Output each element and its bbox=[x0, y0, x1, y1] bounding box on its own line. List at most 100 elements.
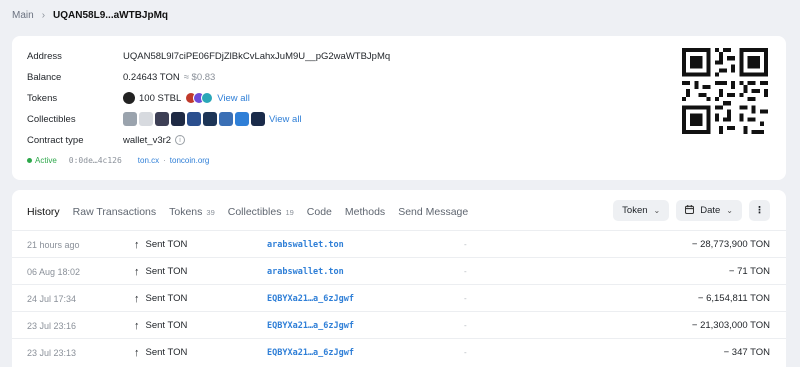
qr-code[interactable] bbox=[682, 48, 768, 134]
collectibles-view-all-link[interactable]: View all bbox=[269, 114, 302, 125]
tx-time: 23 Jul 23:13 bbox=[27, 347, 77, 358]
arrow-up-icon: ↑ bbox=[134, 319, 140, 332]
more-vertical-icon: ⋮ bbox=[754, 205, 765, 216]
tx-time: 24 Jul 17:34 bbox=[27, 293, 77, 304]
collectible-thumb[interactable] bbox=[219, 112, 233, 126]
collectible-thumb[interactable] bbox=[235, 112, 249, 126]
collectible-thumb[interactable] bbox=[155, 112, 169, 126]
status-line: Active 0:0de…4c126 ton.cx · toncoin.org bbox=[27, 156, 209, 165]
table-row[interactable]: 06 Aug 18:02 ↑ Sent TON arabswallet.ton -… bbox=[12, 257, 786, 284]
tx-address[interactable]: arabswallet.ton bbox=[267, 231, 344, 258]
address-label: Address bbox=[27, 50, 62, 62]
tab-tokens[interactable]: Tokens 39 bbox=[169, 206, 215, 218]
collectible-thumb[interactable] bbox=[187, 112, 201, 126]
arrow-up-icon: ↑ bbox=[134, 292, 140, 305]
chevron-down-icon: ⌄ bbox=[653, 206, 661, 215]
arrow-up-icon: ↑ bbox=[134, 346, 140, 359]
transactions-table: 21 hours ago ↑ Sent TON arabswallet.ton -… bbox=[12, 230, 786, 365]
tab-count: 19 bbox=[285, 207, 294, 217]
calendar-icon bbox=[685, 204, 695, 217]
tab-label: Tokens bbox=[169, 206, 203, 218]
tab-label: History bbox=[27, 206, 60, 218]
token-filter-button[interactable]: Token ⌄ bbox=[613, 200, 670, 221]
breadcrumb-current: UQAN58L9...aWTBJpMq bbox=[53, 9, 169, 21]
tx-amount: − 28,773,900 TON bbox=[691, 239, 770, 250]
collectible-thumb[interactable] bbox=[251, 112, 265, 126]
token-filter-label: Token bbox=[622, 205, 648, 216]
separator-dot: · bbox=[163, 156, 166, 165]
chevron-right-icon: › bbox=[41, 9, 46, 21]
address-row: Address UQAN58L9l7ciPE06FDjZlBkCvLahxJuM… bbox=[27, 49, 390, 63]
contract-row: Contract type wallet_v3r2 i bbox=[27, 133, 186, 147]
token-icons-stack[interactable] bbox=[185, 92, 214, 104]
tx-message: - bbox=[464, 267, 467, 276]
collectibles-label: Collectibles bbox=[27, 113, 76, 125]
tx-time: 06 Aug 18:02 bbox=[27, 266, 81, 277]
tx-amount: − 21,303,000 TON bbox=[691, 320, 770, 331]
date-filter-button[interactable]: Date ⌄ bbox=[676, 200, 742, 221]
balance-row: Balance 0.24643 TON ≈ $0.83 bbox=[27, 70, 215, 84]
contract-type-value: wallet_v3r2 bbox=[123, 134, 172, 146]
table-row[interactable]: 23 Jul 23:13 ↑ Sent TON EQBYXa21…a_6zJgwf… bbox=[12, 338, 786, 365]
tx-action: ↑ Sent TON bbox=[134, 285, 187, 312]
collectible-thumb[interactable] bbox=[139, 112, 153, 126]
date-filter-label: Date bbox=[700, 205, 721, 216]
filter-bar: Token ⌄ Date ⌄ ⋮ bbox=[613, 200, 770, 221]
tx-action-label: Sent TON bbox=[145, 320, 188, 331]
table-row[interactable]: 23 Jul 23:16 ↑ Sent TON EQBYXa21…a_6zJgwf… bbox=[12, 311, 786, 338]
tx-address[interactable]: EQBYXa21…a_6zJgwf bbox=[267, 285, 354, 312]
tx-address[interactable]: EQBYXa21…a_6zJgwf bbox=[267, 339, 354, 366]
table-row[interactable]: 21 hours ago ↑ Sent TON arabswallet.ton -… bbox=[12, 230, 786, 257]
table-row[interactable]: 24 Jul 17:34 ↑ Sent TON EQBYXa21…a_6zJgwf… bbox=[12, 284, 786, 311]
tab-count: 39 bbox=[206, 207, 215, 217]
tab-methods[interactable]: Methods bbox=[345, 206, 385, 218]
collectible-thumb[interactable] bbox=[203, 112, 217, 126]
tx-time: 21 hours ago bbox=[27, 239, 80, 250]
tx-amount: − 347 TON bbox=[723, 347, 770, 358]
breadcrumb: Main › UQAN58L9...aWTBJpMq bbox=[12, 8, 168, 22]
tab-send-message[interactable]: Send Message bbox=[398, 206, 468, 218]
tokens-view-all-link[interactable]: View all bbox=[217, 93, 250, 104]
account-info-card: Address UQAN58L9l7ciPE06FDjZlBkCvLahxJuM… bbox=[12, 36, 786, 180]
collectible-thumb[interactable] bbox=[123, 112, 137, 126]
breadcrumb-main[interactable]: Main bbox=[12, 10, 34, 21]
address-value[interactable]: UQAN58L9l7ciPE06FDjZlBkCvLahxJuM9U__pG2w… bbox=[123, 51, 390, 62]
contract-label: Contract type bbox=[27, 134, 84, 146]
tokens-row: Tokens 100 STBL View all bbox=[27, 91, 250, 105]
tab-label: Send Message bbox=[398, 206, 469, 218]
collectible-thumb[interactable] bbox=[171, 112, 185, 126]
chevron-down-icon: ⌄ bbox=[726, 206, 733, 215]
tab-label: Raw Transactions bbox=[72, 206, 157, 218]
tab-code[interactable]: Code bbox=[307, 206, 332, 218]
tx-address[interactable]: EQBYXa21…a_6zJgwf bbox=[267, 312, 354, 339]
tokens-value: 100 STBL bbox=[139, 92, 182, 104]
tab-label: Code bbox=[306, 206, 332, 218]
balance-label: Balance bbox=[27, 71, 62, 83]
more-options-button[interactable]: ⋮ bbox=[749, 200, 770, 221]
status-badge: Active bbox=[27, 156, 57, 165]
tx-amount: − 71 TON bbox=[728, 266, 770, 277]
tx-action: ↑ Sent TON bbox=[134, 312, 187, 339]
tab-raw-transactions[interactable]: Raw Transactions bbox=[73, 206, 156, 218]
ton-cx-link[interactable]: ton.cx bbox=[138, 156, 159, 165]
tab-collectibles[interactable]: Collectibles 19 bbox=[228, 206, 294, 218]
tx-message: - bbox=[464, 321, 467, 330]
tx-message: - bbox=[464, 348, 467, 357]
tx-action-label: Sent TON bbox=[145, 347, 188, 358]
tab-history[interactable]: History bbox=[27, 206, 60, 218]
history-card: History Raw Transactions Tokens 39 Collec… bbox=[12, 190, 786, 367]
tx-amount: − 6,154,811 TON bbox=[697, 293, 770, 304]
status-dot-icon bbox=[27, 158, 32, 163]
tx-message: - bbox=[464, 240, 467, 249]
balance-value: 0.24643 TON bbox=[123, 71, 180, 83]
collectible-thumbnails[interactable] bbox=[123, 112, 265, 126]
tab-label: Collectibles bbox=[227, 206, 282, 218]
status-text: Active bbox=[35, 156, 57, 165]
tx-address[interactable]: arabswallet.ton bbox=[267, 258, 344, 285]
raw-address-hash[interactable]: 0:0de…4c126 bbox=[69, 156, 122, 165]
arrow-up-icon: ↑ bbox=[134, 265, 140, 278]
info-icon[interactable]: i bbox=[175, 135, 186, 145]
stbl-token-icon bbox=[123, 92, 135, 104]
collectibles-row: Collectibles View all bbox=[27, 112, 302, 126]
toncoin-org-link[interactable]: toncoin.org bbox=[170, 156, 210, 165]
